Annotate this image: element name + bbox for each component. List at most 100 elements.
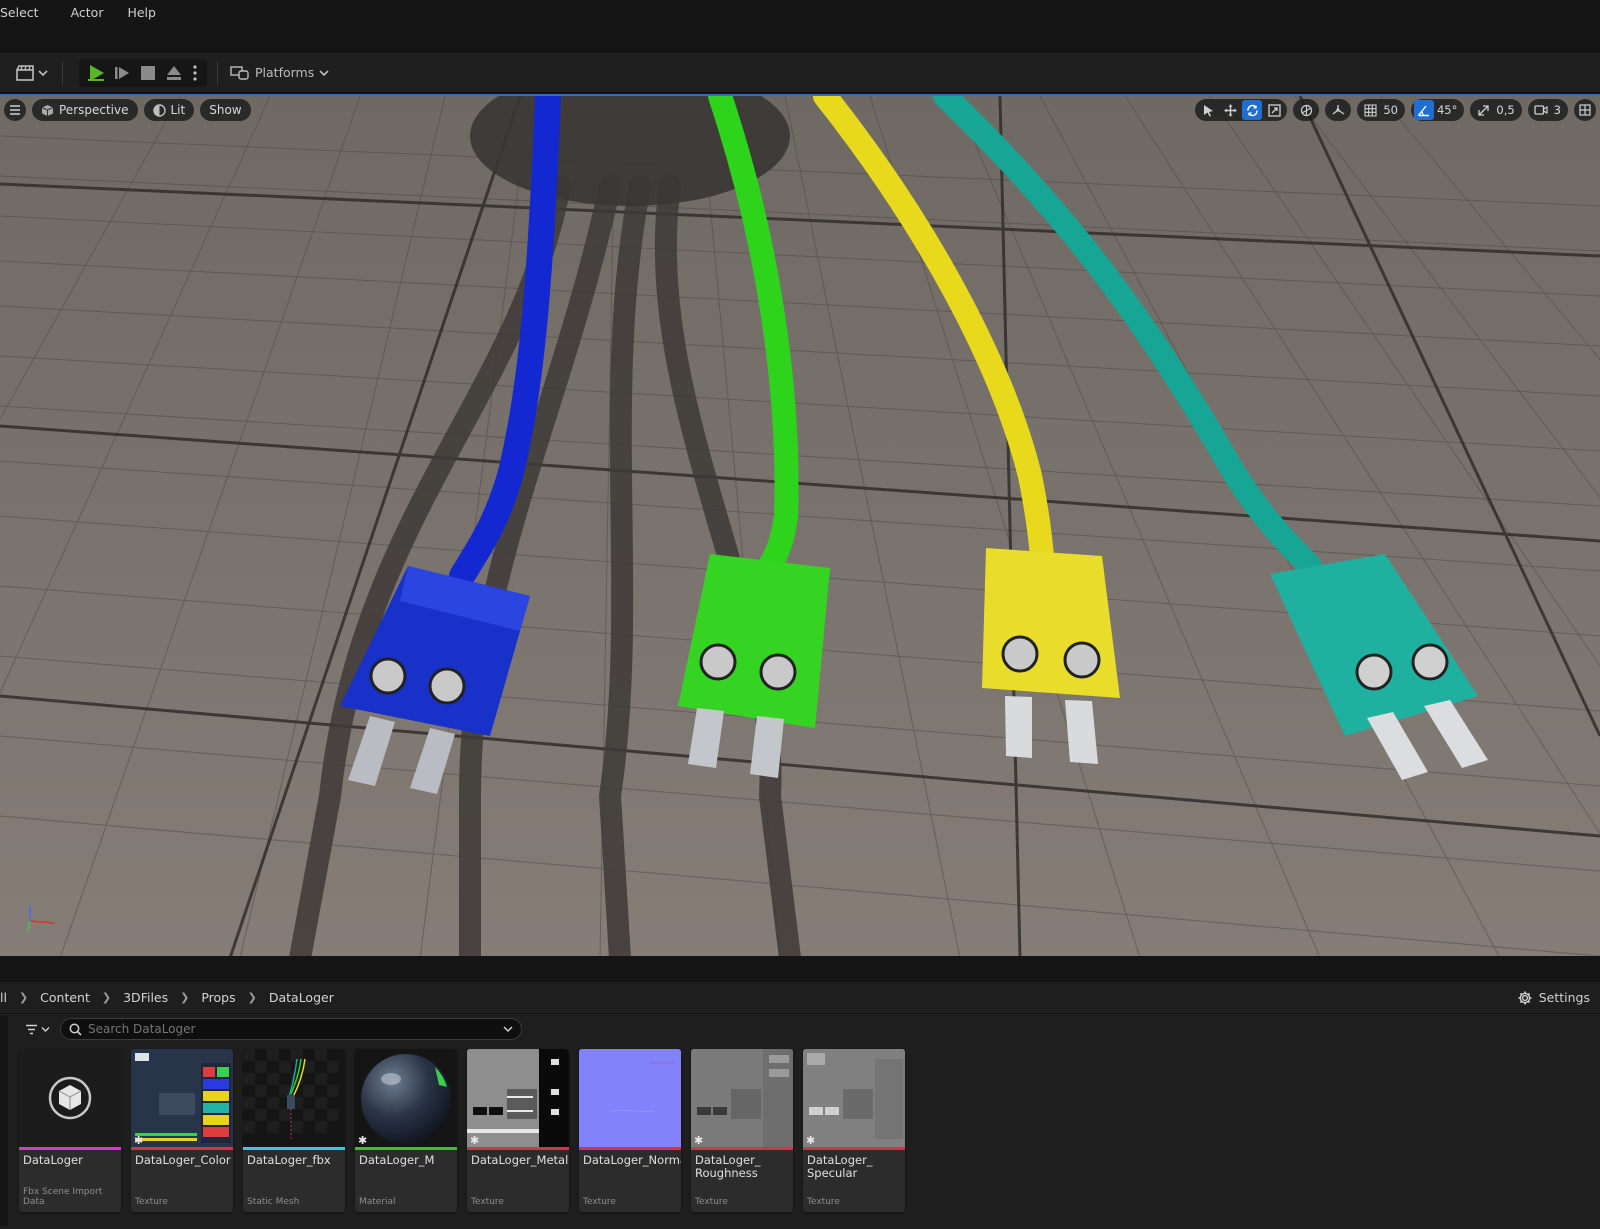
scale-tool-button[interactable]	[1264, 100, 1284, 120]
chevron-right-icon[interactable]: ❯	[11, 991, 36, 1004]
coordinate-space-toggle[interactable]	[1293, 99, 1320, 121]
viewport-layout-button[interactable]	[1574, 99, 1596, 121]
platforms-icon	[230, 65, 249, 80]
search-input[interactable]	[88, 1022, 497, 1036]
level-viewport[interactable]: Perspective Lit Show 50 45° 0,5 3	[0, 94, 1600, 956]
toolbar-separator	[217, 60, 218, 85]
asset-thumbnail	[19, 1049, 121, 1147]
camera-speed-value[interactable]: 3	[1553, 103, 1565, 117]
surface-snap-button[interactable]	[1328, 100, 1348, 120]
modified-star-icon: ✱	[806, 1134, 816, 1147]
asset-tile-dataloger-specular[interactable]: ✱ DataLoger_ Specular Texture	[803, 1049, 905, 1212]
advance-frame-button[interactable]	[109, 59, 135, 87]
scale-snap-button[interactable]	[1473, 100, 1493, 120]
asset-thumbnail	[243, 1049, 345, 1147]
asset-kind: Fbx Scene Import Data	[23, 1187, 103, 1207]
toolbar-separator	[62, 60, 63, 85]
filter-button[interactable]	[20, 1018, 54, 1040]
show-button[interactable]: Show	[200, 99, 251, 121]
asset-grid: DataLoger Fbx Scene Import Data ✱ DataLo…	[19, 1049, 905, 1212]
menu-actor[interactable]: Actor	[71, 5, 116, 20]
camera-speed-button[interactable]	[1531, 100, 1551, 120]
cinematics-button[interactable]	[16, 59, 48, 87]
asset-thumbnail: ✱	[131, 1049, 233, 1147]
rotation-snap-value[interactable]: 45°	[1436, 103, 1461, 117]
rotate-tool-button[interactable]	[1242, 100, 1263, 120]
scale-icon	[1268, 103, 1281, 117]
asset-kind: Static Mesh	[247, 1197, 300, 1207]
breadcrumb-item-props[interactable]: Props	[197, 990, 239, 1005]
transform-tools	[1195, 99, 1288, 121]
platforms-button[interactable]: Platforms	[230, 59, 329, 87]
play-options-button[interactable]	[187, 59, 203, 87]
grid-snap-control[interactable]: 50	[1357, 99, 1405, 121]
chevron-right-icon[interactable]: ❯	[172, 991, 197, 1004]
menu-select[interactable]: Select	[0, 5, 51, 20]
menu-bar: Select Actor Help	[0, 0, 1600, 24]
grid-snap-button[interactable]	[1360, 100, 1380, 120]
camera-icon	[1534, 105, 1548, 115]
menu-help[interactable]: Help	[127, 5, 168, 20]
play-button[interactable]	[83, 59, 109, 87]
asset-tile-dataloger-fbx[interactable]: DataLoger_fbx Static Mesh	[243, 1049, 345, 1212]
stop-button[interactable]	[135, 59, 161, 87]
asset-name: DataLoger_ Specular	[807, 1153, 873, 1180]
viewport-options-button[interactable]	[4, 99, 26, 121]
cube-icon	[41, 104, 54, 116]
asset-tile-dataloger-metalic[interactable]: ✱ DataLoger_Metalic Texture	[467, 1049, 569, 1212]
search-icon	[69, 1023, 82, 1036]
main-toolbar: Platforms	[0, 53, 1600, 93]
modified-star-icon: ✱	[134, 1134, 144, 1147]
asset-tile-dataloger-color[interactable]: ✱ DataLoger_Color Texture	[131, 1049, 233, 1212]
asset-thumbnail: ✱	[467, 1049, 569, 1147]
asset-tile-dataloger-normal[interactable]: DataLoger_Normal Texture	[579, 1049, 681, 1212]
breadcrumb-item-content[interactable]: Content	[36, 990, 94, 1005]
world-space-button[interactable]	[1296, 100, 1316, 120]
rotation-snap-button[interactable]	[1413, 100, 1434, 120]
step-icon	[115, 66, 129, 79]
breadcrumb-item-3dfiles[interactable]: 3DFiles	[119, 990, 172, 1005]
asset-name: DataLoger_Color	[135, 1153, 231, 1167]
asset-tile-dataloger[interactable]: DataLoger Fbx Scene Import Data	[19, 1049, 121, 1212]
viewport-right-controls: 50 45° 0,5 3	[1195, 99, 1596, 121]
asset-name: DataLoger_fbx	[247, 1153, 331, 1167]
breadcrumb-item-dataloger[interactable]: DataLoger	[265, 990, 338, 1005]
texture-preview	[467, 1049, 569, 1147]
play-icon	[88, 64, 104, 81]
chevron-right-icon[interactable]: ❯	[94, 991, 119, 1004]
rotation-snap-control[interactable]: 45°	[1410, 99, 1465, 121]
camera-speed-control[interactable]: 3	[1527, 99, 1568, 121]
asset-kind: Material	[359, 1197, 396, 1207]
chevron-down-icon[interactable]	[503, 1025, 513, 1033]
layout-grid-icon	[1579, 104, 1591, 116]
scale-snap-value[interactable]: 0,5	[1495, 103, 1518, 117]
asset-tile-dataloger-roughness[interactable]: ✱ DataLoger_ Roughness Texture	[691, 1049, 793, 1212]
view-mode-button[interactable]: Lit	[143, 99, 195, 121]
asset-tile-dataloger-m[interactable]: ✱ DataLoger_M Material	[355, 1049, 457, 1212]
perspective-button[interactable]: Perspective	[32, 99, 138, 121]
asset-kind: Texture	[135, 1197, 168, 1207]
grid-snap-value[interactable]: 50	[1382, 103, 1402, 117]
asset-thumbnail: ✱	[803, 1049, 905, 1147]
content-browser: ll ❯ Content ❯ 3DFiles ❯ Props ❯ DataLog…	[0, 982, 1600, 1229]
move-arrows-icon	[1224, 104, 1237, 116]
scale-snap-control[interactable]: 0,5	[1470, 99, 1522, 121]
breadcrumb-item-all[interactable]: ll	[0, 990, 11, 1005]
surface-snap-toggle[interactable]	[1325, 99, 1352, 121]
search-box[interactable]	[60, 1018, 522, 1040]
asset-kind: Texture	[695, 1197, 728, 1207]
scene-cube-icon	[48, 1076, 92, 1120]
settings-button[interactable]: Settings	[1518, 990, 1590, 1005]
eject-button[interactable]	[161, 59, 187, 87]
eject-icon	[167, 65, 181, 80]
hamburger-icon	[10, 105, 20, 115]
asset-name: DataLoger_M	[359, 1153, 435, 1167]
texture-preview	[131, 1049, 233, 1147]
select-tool-button[interactable]	[1198, 100, 1218, 120]
filter-icon	[25, 1024, 37, 1034]
translate-tool-button[interactable]	[1220, 100, 1240, 120]
gear-icon	[1518, 991, 1532, 1004]
lit-label: Lit	[170, 103, 186, 117]
asset-kind: Texture	[583, 1197, 616, 1207]
chevron-right-icon[interactable]: ❯	[240, 991, 265, 1004]
